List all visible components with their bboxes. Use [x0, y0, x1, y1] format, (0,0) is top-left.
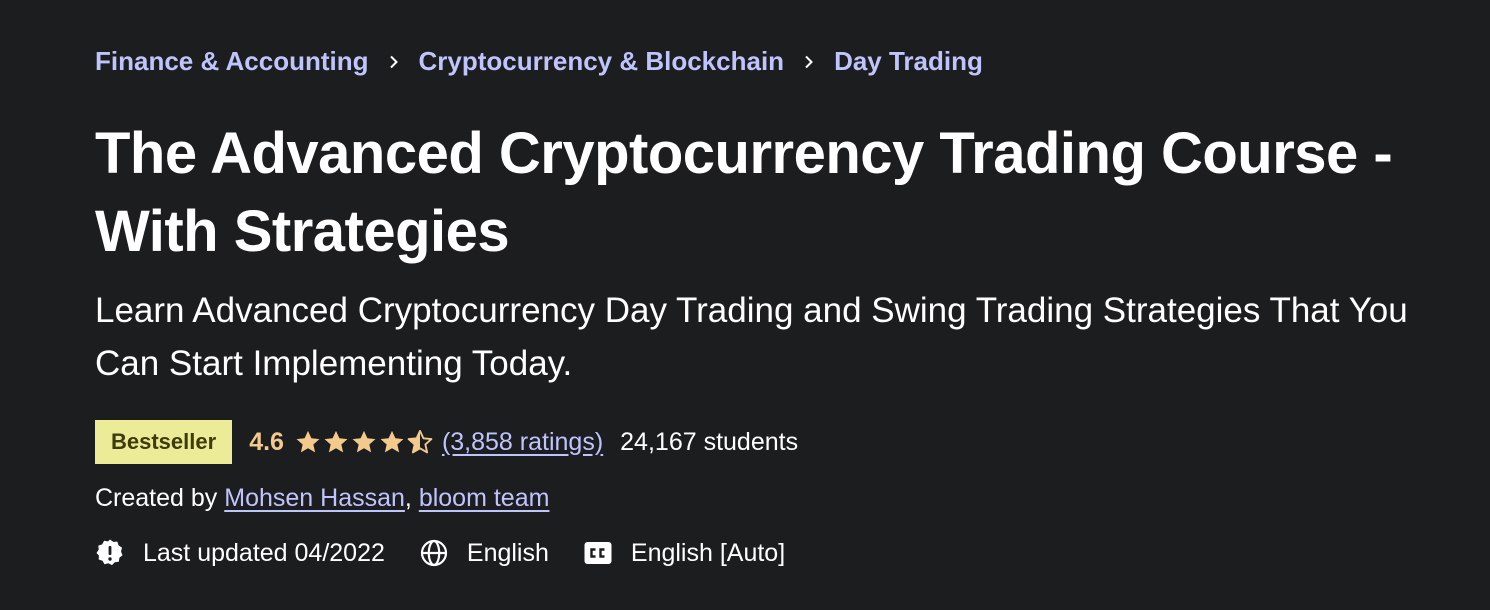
course-captions: English [Auto] — [583, 538, 785, 568]
bestseller-badge: Bestseller — [95, 420, 233, 464]
chevron-right-icon — [369, 55, 419, 69]
ratings-count-link[interactable]: (3,858 ratings) — [442, 428, 603, 457]
created-by: Created by Mohsen Hassan, bloom team — [95, 484, 549, 513]
star-half-icon — [407, 429, 433, 454]
star-full-icon — [324, 430, 348, 453]
star-full-icon — [352, 430, 376, 453]
language-text: English — [466, 538, 549, 567]
author-link-mohsen-hassan[interactable]: Mohsen Hassan — [224, 484, 405, 512]
alert-badge-icon — [95, 538, 125, 568]
breadcrumb: Finance & Accounting Cryptocurrency & Bl… — [95, 46, 983, 77]
course-meta-row: Bestseller 4.6 (3,858 ratings) 24,167 st… — [95, 420, 798, 464]
created-by-label: Created by — [95, 484, 225, 512]
globe-icon — [419, 538, 449, 568]
last-updated: Last updated 04/2022 — [95, 538, 385, 568]
breadcrumb-item-day-trading[interactable]: Day Trading — [834, 46, 983, 77]
course-subtitle: Learn Advanced Cryptocurrency Day Tradin… — [95, 291, 1408, 383]
course-language: English — [419, 538, 549, 568]
page-title: The Advanced Cryptocurrency Trading Cour… — [95, 121, 1393, 264]
closed-captions-icon — [583, 538, 613, 568]
last-updated-text: Last updated 04/2022 — [143, 538, 385, 567]
author-link-bloom-team[interactable]: bloom team — [419, 484, 550, 512]
students-count: 24,167 students — [620, 427, 799, 456]
star-full-icon — [380, 430, 404, 453]
captions-text: English [Auto] — [630, 538, 786, 567]
chevron-right-icon — [784, 55, 834, 69]
breadcrumb-item-cryptocurrency-blockchain[interactable]: Cryptocurrency & Blockchain — [419, 46, 785, 77]
author-separator: , — [404, 484, 419, 512]
breadcrumb-item-finance-accounting[interactable]: Finance & Accounting — [95, 46, 369, 77]
course-info-row: Last updated 04/2022 English English [Au… — [95, 538, 819, 568]
rating-score: 4.6 — [249, 427, 284, 456]
star-full-icon — [296, 430, 320, 453]
star-rating — [294, 428, 434, 456]
